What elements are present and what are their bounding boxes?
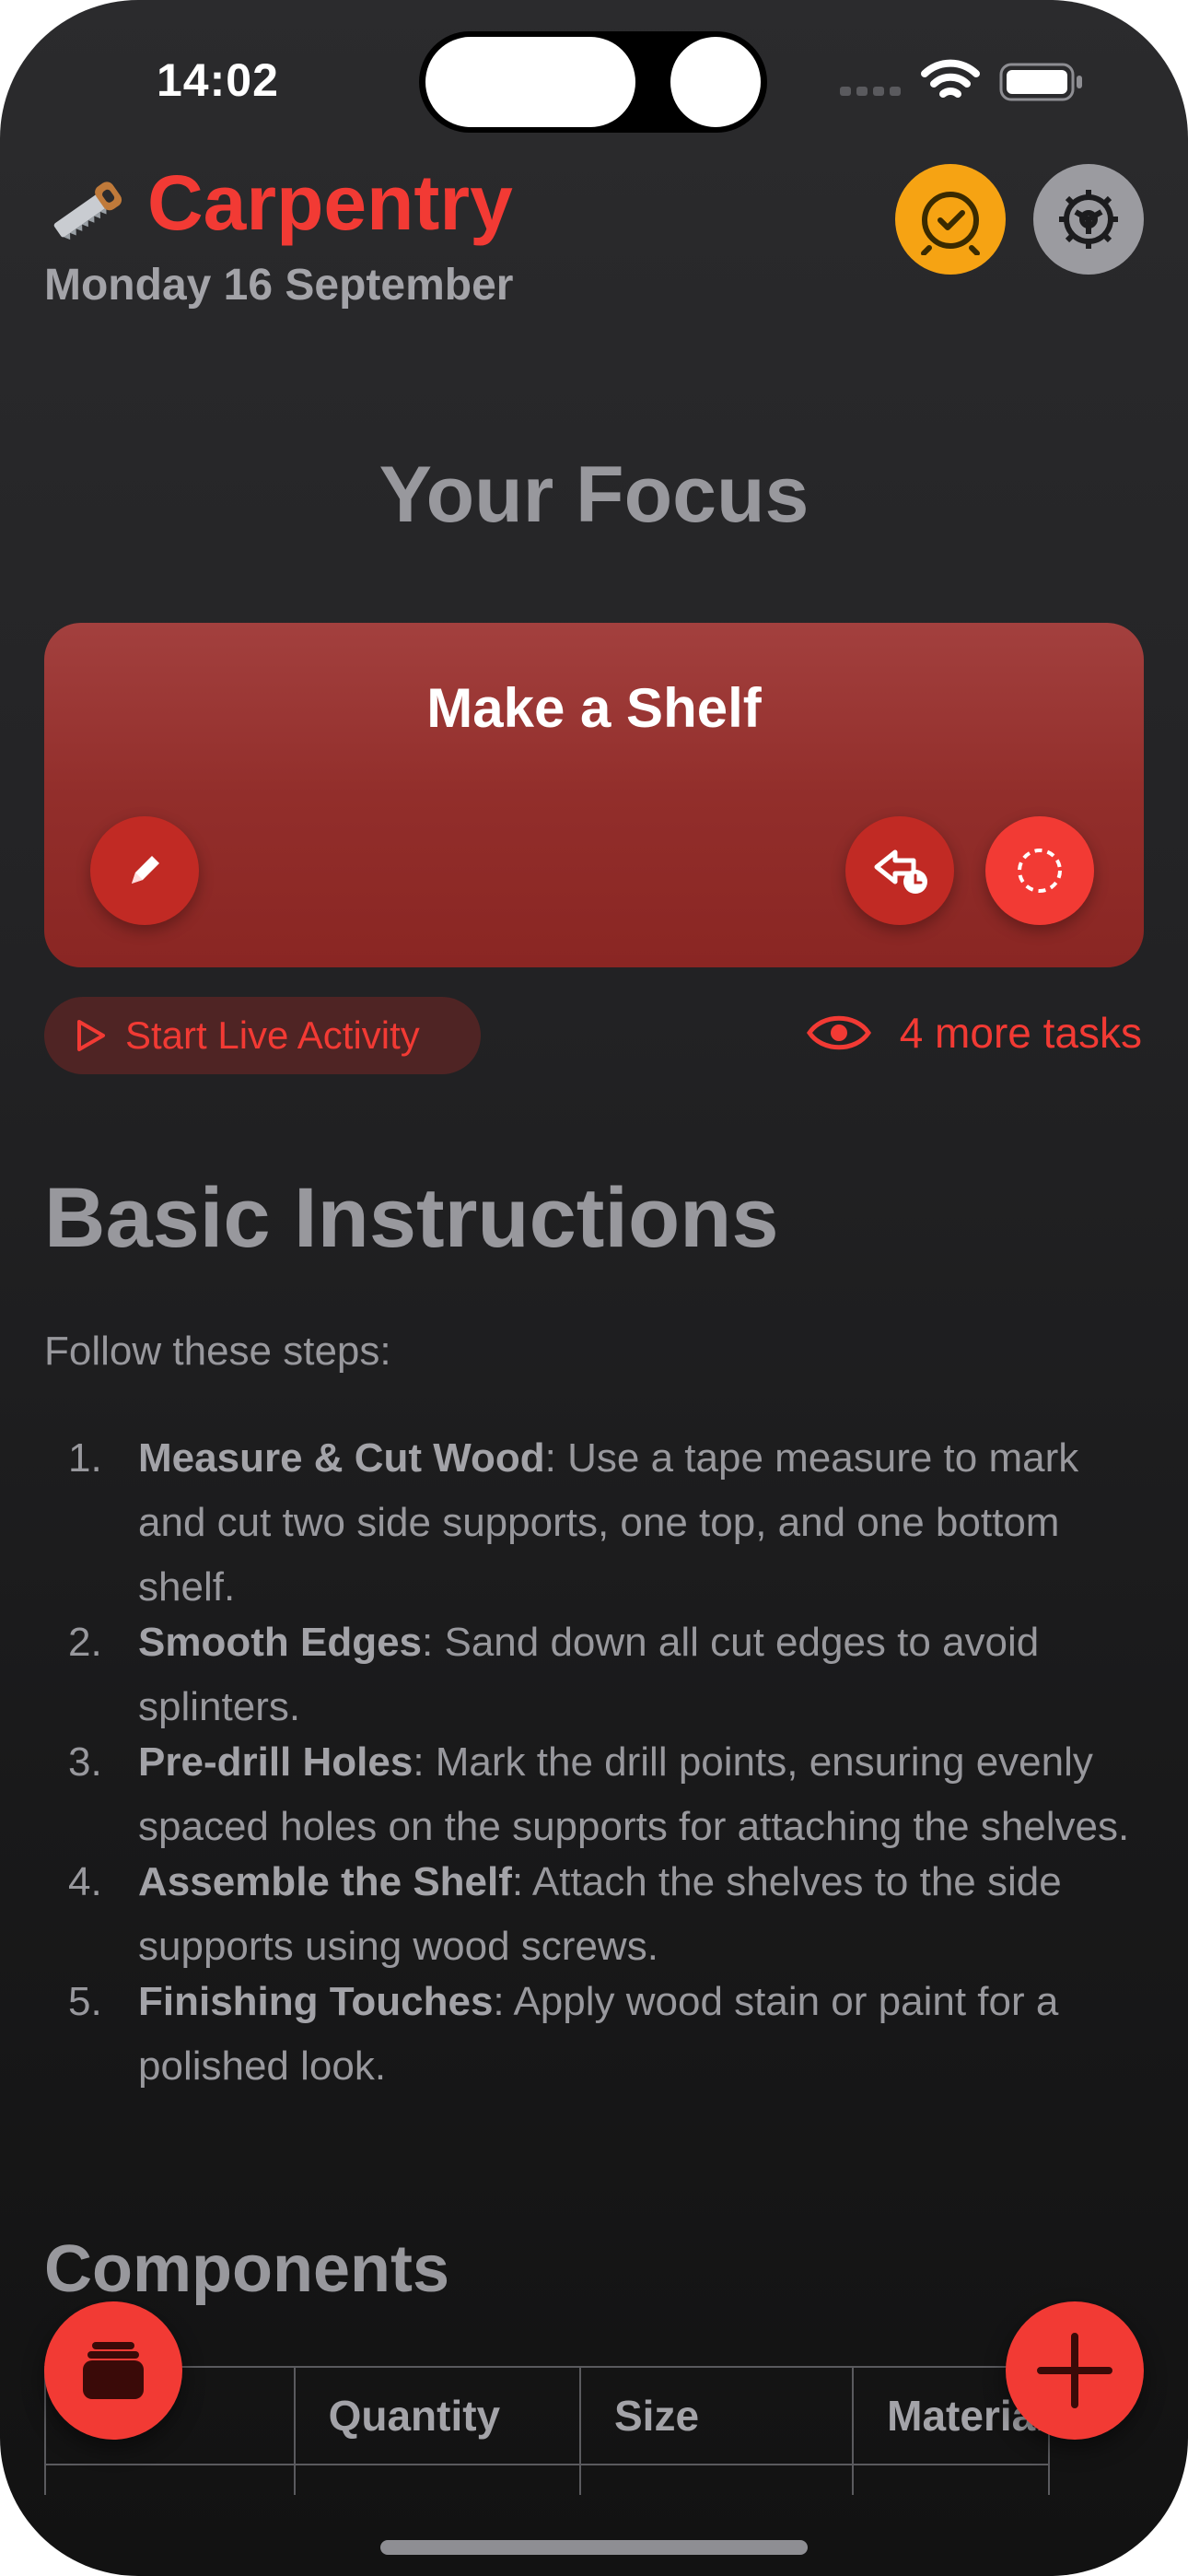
table-header-row: Quantity Size Material bbox=[44, 2366, 1050, 2465]
components-table: Quantity Size Material bbox=[44, 2366, 1050, 2495]
step-number: 4. bbox=[68, 1859, 102, 1904]
step-title: Assemble the Shelf bbox=[138, 1859, 512, 1904]
step-title: Smooth Edges bbox=[138, 1620, 423, 1665]
step-title: Pre-drill Holes bbox=[138, 1739, 413, 1785]
focus-heading: Your Focus bbox=[379, 451, 809, 539]
start-live-activity-button[interactable]: Start Live Activity bbox=[44, 997, 481, 1074]
instructions-intro: Follow these steps: bbox=[44, 1329, 391, 1374]
cellular-signal-icon bbox=[840, 87, 901, 96]
defer-task-button[interactable] bbox=[845, 816, 954, 925]
table-cell bbox=[852, 2465, 1050, 2495]
focus-task-title: Make a Shelf bbox=[426, 677, 762, 739]
task-stack-button[interactable] bbox=[44, 2301, 182, 2440]
step-number: 3. bbox=[68, 1739, 102, 1785]
reminder-button[interactable] bbox=[895, 164, 1006, 275]
table-header-cell: Quantity bbox=[293, 2366, 582, 2465]
table-cell bbox=[578, 2465, 855, 2495]
step-title: Measure & Cut Wood bbox=[138, 1435, 545, 1481]
alarm-clock-icon bbox=[921, 192, 980, 255]
table-cell bbox=[293, 2465, 582, 2495]
table-cell bbox=[44, 2465, 296, 2495]
components-heading: Components bbox=[44, 2232, 449, 2306]
complete-task-button[interactable] bbox=[985, 816, 1094, 925]
dashed-circle-icon bbox=[1018, 849, 1062, 893]
list-item: 1. Measure & Cut Wood: Use a tape measur… bbox=[44, 1426, 1149, 1620]
step-number: 5. bbox=[68, 1979, 102, 2024]
plus-icon bbox=[1037, 2333, 1112, 2408]
list-item: 3. Pre-drill Holes: Mark the drill point… bbox=[44, 1730, 1149, 1859]
settings-button[interactable] bbox=[1033, 164, 1144, 275]
saw-icon bbox=[53, 181, 122, 240]
play-icon bbox=[72, 1017, 109, 1054]
table-row bbox=[44, 2465, 1050, 2495]
app-screen: 14:02 Carpentry Monday 16 September Your… bbox=[0, 0, 1188, 2576]
stack-icon bbox=[83, 2342, 144, 2399]
live-activity-label: Start Live Activity bbox=[125, 1013, 420, 1057]
step-number: 1. bbox=[68, 1435, 102, 1481]
edit-task-button[interactable] bbox=[90, 816, 199, 925]
date-label: Monday 16 September bbox=[44, 261, 514, 310]
eye-icon bbox=[806, 1012, 872, 1054]
more-tasks-label: 4 more tasks bbox=[899, 1009, 1142, 1057]
wifi-icon bbox=[921, 59, 980, 98]
instructions-list: 1. Measure & Cut Wood: Use a tape measur… bbox=[44, 1426, 1149, 2090]
defer-clock-icon bbox=[874, 849, 927, 894]
more-tasks-button[interactable]: 4 more tasks bbox=[806, 1008, 1142, 1058]
dynamic-island-dot bbox=[670, 37, 761, 127]
add-task-button[interactable] bbox=[1006, 2301, 1144, 2440]
focus-task-card[interactable]: Make a Shelf bbox=[44, 623, 1144, 967]
gear-icon bbox=[1059, 190, 1118, 249]
step-title: Finishing Touches bbox=[138, 1979, 494, 2024]
home-indicator[interactable] bbox=[380, 2540, 808, 2555]
list-item: 2. Smooth Edges: Sand down all cut edges… bbox=[44, 1610, 1149, 1739]
pencil-icon bbox=[132, 856, 159, 884]
battery-icon bbox=[999, 63, 1082, 101]
status-time: 14:02 bbox=[157, 54, 279, 106]
dynamic-island-pill bbox=[425, 37, 635, 127]
list-item: 5. Finishing Touches: Apply wood stain o… bbox=[44, 1970, 1149, 2099]
step-number: 2. bbox=[68, 1620, 102, 1665]
page-title: Carpentry bbox=[147, 159, 513, 246]
list-item: 4. Assemble the Shelf: Attach the shelve… bbox=[44, 1850, 1149, 1979]
instructions-heading: Basic Instructions bbox=[44, 1171, 779, 1265]
table-header-cell: Size bbox=[578, 2366, 855, 2465]
